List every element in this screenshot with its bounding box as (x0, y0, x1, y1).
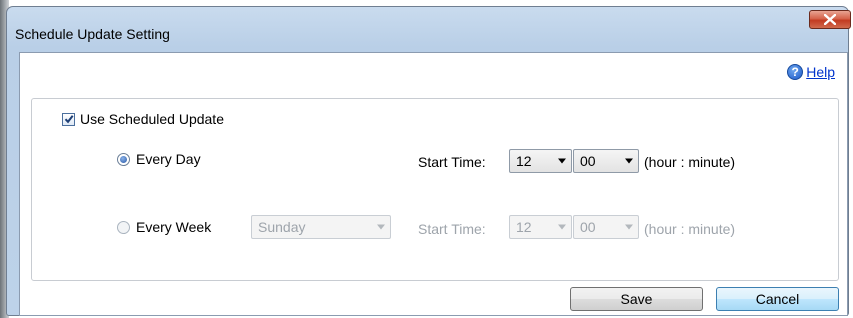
every-day-option[interactable]: Every Day (117, 151, 201, 167)
use-scheduled-update-label: Use Scheduled Update (80, 111, 224, 127)
chevron-down-icon (625, 224, 633, 230)
every-week-unit-label: (hour : minute) (644, 221, 736, 237)
checkmark-icon (64, 115, 73, 124)
every-week-label: Every Week (136, 219, 212, 235)
every-day-label: Every Day (136, 151, 201, 167)
every-day-radio[interactable] (117, 152, 130, 166)
dialog-window: Schedule Update Setting ? Help Use Sched… (6, 6, 851, 316)
every-week-day-value: Sunday (258, 219, 306, 235)
help-label[interactable]: Help (806, 64, 835, 80)
every-week-hour-select[interactable]: 12 (509, 215, 572, 239)
every-day-unit-label: (hour : minute) (644, 154, 736, 170)
dialog-title: Schedule Update Setting (15, 26, 170, 42)
chevron-down-icon (377, 224, 385, 230)
every-day-start-time-label: Start Time: (418, 154, 486, 170)
use-scheduled-update-checkbox[interactable] (62, 112, 75, 126)
every-week-radio[interactable] (117, 220, 130, 234)
dialog-content: ? Help Use Scheduled Update Every Day St… (19, 52, 848, 316)
chevron-down-icon (558, 158, 566, 164)
every-week-option[interactable]: Every Week (117, 219, 211, 235)
every-week-day-select[interactable]: Sunday (251, 215, 391, 239)
cancel-button[interactable]: Cancel (716, 287, 839, 311)
every-day-minute-select[interactable]: 00 (573, 149, 639, 173)
chevron-down-icon (625, 158, 633, 164)
close-icon (824, 14, 836, 25)
every-week-minute-value: 00 (580, 219, 596, 235)
close-button[interactable] (809, 10, 851, 29)
every-day-minute-value: 00 (580, 153, 596, 169)
every-week-start-time-label: Start Time: (418, 221, 486, 237)
save-button[interactable]: Save (570, 287, 703, 311)
every-day-hour-value: 12 (516, 153, 532, 169)
every-day-hour-select[interactable]: 12 (509, 149, 572, 173)
every-week-minute-select[interactable]: 00 (573, 215, 639, 239)
radio-selected-dot (120, 155, 127, 163)
use-scheduled-update-row[interactable]: Use Scheduled Update (62, 111, 224, 127)
help-icon: ? (787, 64, 804, 80)
help-link[interactable]: ? Help (787, 64, 835, 80)
chevron-down-icon (558, 224, 566, 230)
every-week-hour-value: 12 (516, 219, 532, 235)
